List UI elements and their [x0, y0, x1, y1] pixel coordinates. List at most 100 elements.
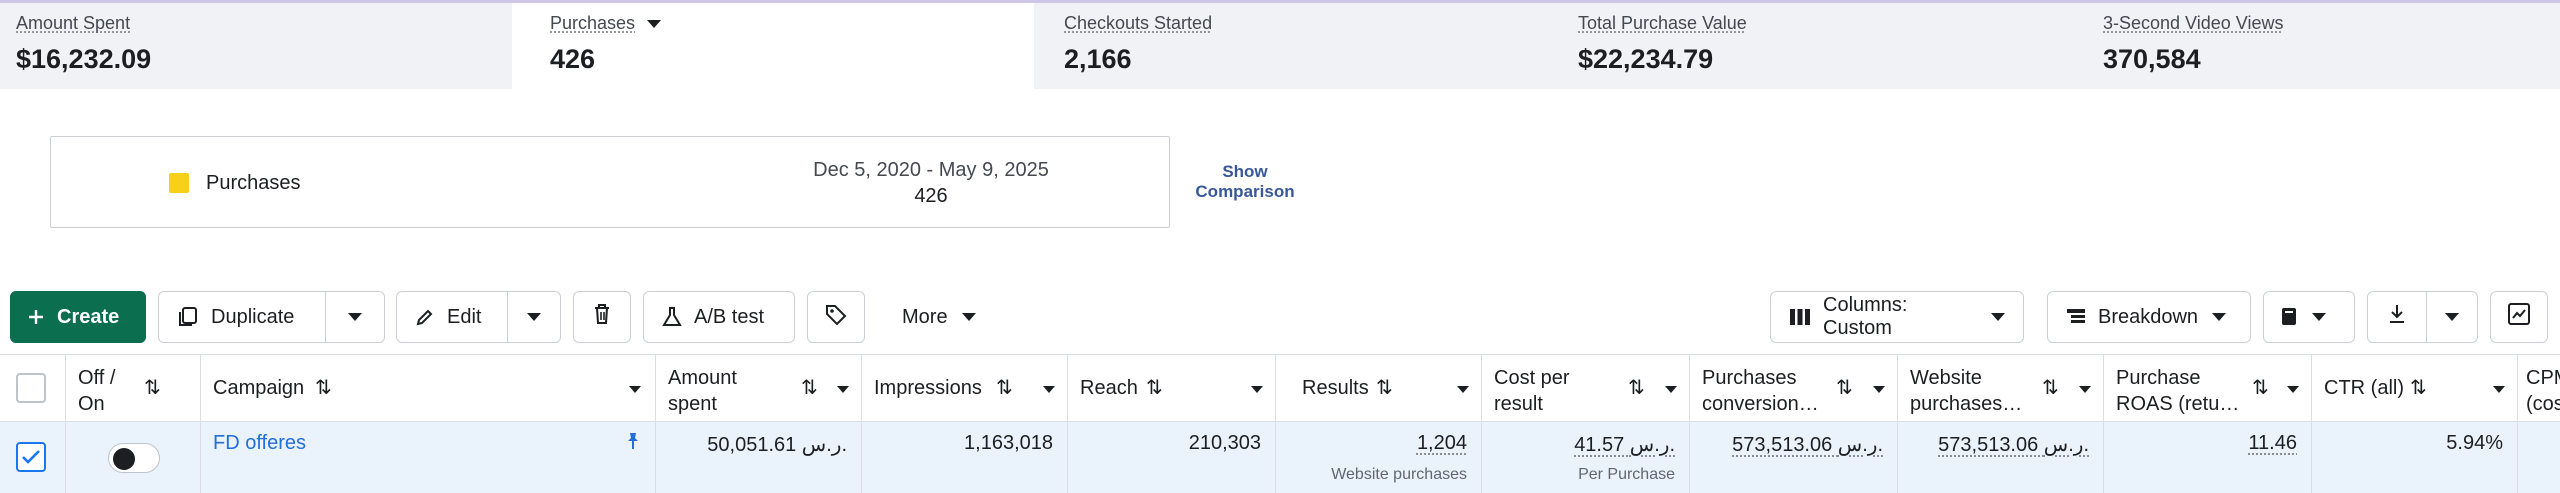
sort-icon[interactable]: ⇅ — [1628, 375, 1645, 401]
chevron-down-icon[interactable] — [837, 386, 849, 393]
duplicate-dropdown-button[interactable] — [325, 291, 385, 343]
cell-value: 1,163,018 — [964, 432, 1053, 454]
sort-icon[interactable]: ⇅ — [144, 375, 161, 401]
col-label: Website purchases… — [1910, 367, 2023, 415]
breakdown-icon — [2066, 307, 2086, 327]
duplicate-button[interactable]: Duplicate — [158, 291, 326, 343]
reports-button[interactable] — [2263, 291, 2355, 343]
metric-video-views[interactable]: 3-Second Video Views 370,584 — [2080, 3, 2560, 89]
sort-icon[interactable]: ⇅ — [1836, 375, 1853, 401]
col-label: Campaign — [213, 377, 305, 399]
cell-value: 1,204 — [1416, 432, 1467, 454]
export-button[interactable] — [2367, 291, 2427, 343]
campaign-name-link[interactable]: FD offeres — [213, 432, 306, 455]
breakdown-button[interactable]: Breakdown — [2047, 291, 2251, 343]
col-amount-spent[interactable]: Amount spent ⇅ — [656, 355, 862, 421]
cell-value: 41.57 ر.س. — [1574, 434, 1675, 456]
chevron-down-icon[interactable] — [2493, 386, 2505, 393]
pencil-icon — [415, 307, 435, 327]
row-ctr: 5.94% — [2312, 422, 2518, 493]
plus-icon — [27, 308, 45, 326]
chevron-down-icon[interactable] — [2287, 386, 2299, 393]
toolbar: Create Duplicate Edit A/B test More Colu… — [10, 291, 2560, 343]
col-cpm[interactable]: CPM (cost per — [2518, 355, 2560, 421]
chevron-down-icon[interactable] — [1043, 386, 1055, 393]
col-label: Purchases conversion… — [1702, 367, 1819, 415]
campaign-toggle[interactable] — [108, 443, 160, 473]
campaigns-table: Off / On ⇅ Campaign ⇅ Amount spent ⇅ Imp… — [0, 354, 2560, 493]
sort-icon[interactable]: ⇅ — [801, 375, 818, 401]
toggle-knob — [113, 448, 135, 470]
ab-test-button[interactable]: A/B test — [643, 291, 795, 343]
chevron-down-icon[interactable] — [1251, 386, 1263, 393]
chevron-down-icon[interactable] — [647, 19, 662, 28]
cell-value: 11.46 — [2248, 432, 2297, 454]
sort-icon[interactable]: ⇅ — [2042, 375, 2059, 401]
sort-icon[interactable]: ⇅ — [315, 375, 332, 401]
sort-icon[interactable]: ⇅ — [1376, 375, 1393, 401]
chevron-down-icon — [2212, 313, 2227, 321]
cell-value: 50,051.61 ر.س. — [707, 434, 847, 456]
col-results[interactable]: Results ⇅ — [1276, 355, 1482, 421]
table-row[interactable]: FD offeres 50,051.61 ر.س. 1,163,018 210,… — [0, 422, 2560, 493]
row-purchases-conversion: 573,513.06 ر.س. — [1690, 422, 1898, 493]
pin-icon[interactable] — [625, 432, 641, 456]
edit-dropdown-button[interactable] — [507, 291, 561, 343]
row-toggle-cell — [66, 422, 201, 493]
col-campaign[interactable]: Campaign ⇅ — [201, 355, 656, 421]
sort-icon[interactable]: ⇅ — [1146, 375, 1163, 401]
col-label: Off / On — [78, 367, 116, 415]
cell-value: 5.94% — [2446, 432, 2503, 454]
row-reach: 210,303 — [1068, 422, 1276, 493]
chevron-down-icon[interactable] — [2079, 386, 2091, 393]
chevron-down-icon — [527, 313, 541, 321]
chevron-down-icon[interactable] — [629, 386, 641, 393]
col-cost-per-result[interactable]: Cost per result ⇅ — [1482, 355, 1690, 421]
ab-test-label: A/B test — [694, 305, 765, 328]
row-amount-spent: 50,051.61 ر.س. — [656, 422, 862, 493]
row-campaign-cell: FD offeres — [201, 422, 656, 493]
col-purchases-conversion[interactable]: Purchases conversion… ⇅ — [1690, 355, 1898, 421]
show-comparison-link[interactable]: Show Comparison — [1190, 162, 1300, 202]
sort-icon[interactable]: ⇅ — [2252, 375, 2269, 401]
col-off-on[interactable]: Off / On ⇅ — [66, 355, 201, 421]
chevron-down-icon[interactable] — [1665, 386, 1677, 393]
sort-icon[interactable]: ⇅ — [996, 375, 1013, 401]
metric-tabs: Amount Spent $16,232.09 Purchases 426 Ch… — [0, 3, 2560, 89]
col-label: CPM (cost per — [2526, 367, 2560, 421]
row-cost-per-result: 41.57 ر.س. Per Purchase — [1482, 422, 1690, 493]
more-label: More — [902, 305, 948, 328]
col-ctr[interactable]: CTR (all) ⇅ — [2312, 355, 2518, 421]
line-chart-icon — [2508, 303, 2530, 331]
row-impressions: 1,163,018 — [862, 422, 1068, 493]
export-dropdown-button[interactable] — [2426, 291, 2478, 343]
columns-button[interactable]: Columns: Custom — [1770, 291, 2024, 343]
metric-value: $22,234.79 — [1578, 44, 1714, 74]
cell-value: 573,513.06 ر.س. — [1732, 434, 1883, 456]
metric-total-purchase-value[interactable]: Total Purchase Value $22,234.79 — [1556, 3, 2080, 89]
col-reach[interactable]: Reach ⇅ — [1068, 355, 1276, 421]
delete-button[interactable] — [573, 291, 631, 343]
select-all-checkbox[interactable] — [16, 373, 46, 403]
metric-purchases[interactable]: Purchases 426 — [512, 3, 1034, 89]
col-impressions[interactable]: Impressions ⇅ — [862, 355, 1068, 421]
col-purchase-roas[interactable]: Purchase ROAS (retu… ⇅ — [2104, 355, 2312, 421]
table-header: Off / On ⇅ Campaign ⇅ Amount spent ⇅ Imp… — [0, 354, 2560, 422]
more-button[interactable]: More — [884, 291, 1000, 343]
metric-checkouts-started[interactable]: Checkouts Started 2,166 — [1034, 3, 1556, 89]
chevron-down-icon[interactable] — [1873, 386, 1885, 393]
sort-icon[interactable]: ⇅ — [2410, 375, 2427, 401]
chevron-down-icon — [348, 313, 362, 321]
tag-button[interactable] — [807, 291, 865, 343]
metric-amount-spent[interactable]: Amount Spent $16,232.09 — [0, 3, 512, 89]
chart-toggle-button[interactable] — [2490, 291, 2548, 343]
create-button[interactable]: Create — [10, 291, 146, 343]
chevron-down-icon — [2445, 313, 2459, 321]
row-checkbox[interactable] — [16, 442, 46, 472]
trash-icon — [592, 303, 612, 331]
col-website-purchases[interactable]: Website purchases… ⇅ — [1898, 355, 2104, 421]
select-all-cell — [0, 355, 66, 421]
chevron-down-icon[interactable] — [1457, 386, 1469, 393]
edit-button[interactable]: Edit — [396, 291, 508, 343]
row-website-purchases: 573,513.06 ر.س. — [1898, 422, 2104, 493]
